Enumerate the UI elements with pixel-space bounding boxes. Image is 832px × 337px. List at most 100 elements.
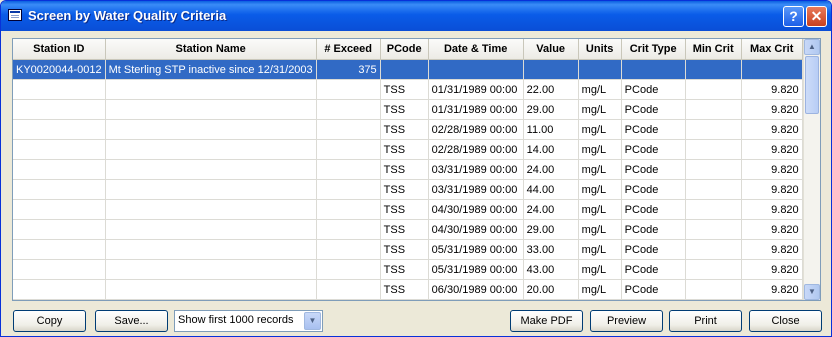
results-grid[interactable]: Station ID Station Name # Exceed PCode Date …: [12, 38, 821, 301]
table-row[interactable]: TSS 03/31/1989 00:00 44.00 mg/L PCode 9.820: [13, 179, 803, 200]
table-cell: mg/L: [578, 279, 622, 300]
table-cell: [316, 79, 381, 100]
scroll-up-icon[interactable]: ▲: [804, 39, 820, 55]
help-button[interactable]: ?: [783, 6, 804, 27]
save-button[interactable]: Save...: [95, 310, 168, 332]
table-cell: mg/L: [578, 199, 622, 220]
table-cell: [685, 79, 742, 100]
records-limit-select[interactable]: Show first 1000 records ▼: [174, 310, 323, 332]
table-cell: 22.00: [523, 79, 579, 100]
table-cell: 9.820: [741, 79, 803, 100]
table-cell: 9.820: [741, 119, 803, 140]
column-header[interactable]: # Exceed: [316, 39, 381, 60]
table-row[interactable]: KY0020044-0012 Mt Sterling STP inactive s…: [13, 59, 803, 80]
table-cell: [578, 59, 622, 80]
table-cell: 9.820: [741, 219, 803, 240]
preview-button[interactable]: Preview: [590, 310, 663, 332]
table-cell: [316, 99, 381, 120]
table-cell: [523, 59, 579, 80]
table-cell: [380, 299, 429, 300]
title-bar[interactable]: Screen by Water Quality Criteria ? ✕: [1, 1, 831, 31]
table-row[interactable]: TSS 03/31/1989 00:00 24.00 mg/L PCode 9.820: [13, 159, 803, 180]
copy-button[interactable]: Copy: [13, 310, 86, 332]
column-header[interactable]: Station Name: [105, 39, 317, 60]
table-cell: 9.820: [741, 259, 803, 280]
table-cell: [13, 119, 106, 140]
table-cell: [685, 159, 742, 180]
chevron-down-icon[interactable]: ▼: [304, 312, 321, 330]
table-cell: mg/L: [578, 179, 622, 200]
table-cell: TSS: [380, 239, 429, 260]
table-cell: [105, 219, 317, 240]
table-cell: 29.00: [523, 219, 579, 240]
column-header[interactable]: Units: [578, 39, 622, 60]
table-cell: [13, 239, 106, 260]
window: Screen by Water Quality Criteria ? ✕ Sta…: [0, 0, 832, 337]
table-cell: 02/28/1989 00:00: [428, 119, 524, 140]
table-header-row: Station ID Station Name # Exceed PCode Date …: [13, 39, 803, 60]
table-row[interactable]: TSS 01/31/1989 00:00 22.00 mg/L PCode 9.820: [13, 79, 803, 100]
table-cell: TSS: [380, 219, 429, 240]
scroll-thumb[interactable]: [805, 56, 819, 114]
table-row[interactable]: TSS 02/28/1989 00:00 14.00 mg/L PCode 9.820: [13, 139, 803, 160]
vertical-scrollbar[interactable]: ▲ ▼: [803, 39, 820, 300]
table-cell: [316, 139, 381, 160]
table-cell: [316, 119, 381, 140]
column-header[interactable]: Value: [523, 39, 579, 60]
table-cell: 9.820: [741, 99, 803, 120]
table-cell: 375: [316, 59, 381, 80]
column-header[interactable]: Max Crit: [741, 39, 803, 60]
column-header[interactable]: Min Crit: [685, 39, 742, 60]
table-cell: [380, 59, 429, 80]
table-row[interactable]: TSS 04/30/1989 00:00 24.00 mg/L PCode 9.820: [13, 199, 803, 220]
table-row[interactable]: TSS 04/30/1989 00:00 29.00 mg/L PCode 9.820: [13, 219, 803, 240]
column-header[interactable]: Crit Type: [621, 39, 686, 60]
table-cell: [13, 279, 106, 300]
table-cell: [13, 159, 106, 180]
table-cell: [523, 299, 579, 300]
window-table-icon: [8, 9, 22, 21]
table-cell: 29.00: [523, 99, 579, 120]
table-cell: [13, 79, 106, 100]
table-cell: TSS: [380, 159, 429, 180]
table-cell: TSS: [380, 79, 429, 100]
column-header[interactable]: Date & Time: [428, 39, 524, 60]
table-cell: [428, 59, 524, 80]
close-window-button[interactable]: ✕: [806, 6, 827, 27]
table-cell: [685, 219, 742, 240]
table-cell: 04/30/1989 00:00: [428, 199, 524, 220]
table-cell: 33.00: [523, 239, 579, 260]
table-cell: 03/31/1989 00:00: [428, 159, 524, 180]
table-cell: [316, 179, 381, 200]
table-row[interactable]: TSS 01/31/1989 00:00 29.00 mg/L PCode 9.820: [13, 99, 803, 120]
table-cell: PCode: [621, 159, 686, 180]
table-row[interactable]: TSS 05/31/1989 00:00 33.00 mg/L PCode 9.820: [13, 239, 803, 260]
table-cell: KY0020044-0012: [13, 59, 106, 80]
print-button[interactable]: Print: [669, 310, 742, 332]
table-row[interactable]: TSS 02/28/1989 00:00 11.00 mg/L PCode 9.820: [13, 119, 803, 140]
table-cell: [316, 199, 381, 220]
make-pdf-button[interactable]: Make PDF: [510, 310, 583, 332]
column-header[interactable]: PCode: [380, 39, 429, 60]
column-header[interactable]: Station ID: [13, 39, 106, 60]
table-cell: [105, 159, 317, 180]
table-row[interactable]: [13, 299, 803, 300]
table-cell: 01/31/1989 00:00: [428, 99, 524, 120]
table-cell: [685, 59, 742, 80]
results-table: Station ID Station Name # Exceed PCode Date …: [13, 39, 803, 300]
table-cell: [105, 259, 317, 280]
records-limit-value: Show first 1000 records: [178, 314, 294, 326]
table-cell: 43.00: [523, 259, 579, 280]
table-cell: TSS: [380, 139, 429, 160]
table-row[interactable]: TSS 05/31/1989 00:00 43.00 mg/L PCode 9.820: [13, 259, 803, 280]
table-cell: 01/31/1989 00:00: [428, 79, 524, 100]
table-cell: 9.820: [741, 239, 803, 260]
table-cell: TSS: [380, 119, 429, 140]
table-row[interactable]: TSS 06/30/1989 00:00 20.00 mg/L PCode 9.820: [13, 279, 803, 300]
table-cell: TSS: [380, 99, 429, 120]
scroll-down-icon[interactable]: ▼: [804, 284, 820, 300]
table-cell: [316, 259, 381, 280]
table-cell: TSS: [380, 199, 429, 220]
close-button[interactable]: Close: [749, 310, 822, 332]
table-cell: [685, 239, 742, 260]
